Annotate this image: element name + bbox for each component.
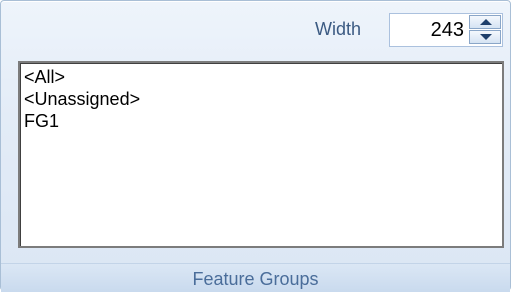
list-item-unassigned[interactable]: <Unassigned> [24, 88, 498, 110]
spin-buttons [469, 15, 501, 45]
width-value[interactable]: 243 [431, 19, 464, 42]
width-label: Width [315, 19, 362, 39]
spin-down-button[interactable] [469, 30, 501, 44]
feature-groups-list[interactable]: <All> <Unassigned> FG1 [18, 61, 504, 248]
list-item-all[interactable]: <All> [24, 66, 498, 88]
feature-groups-panel: Width 243 <All> <Unassigned> FG1 Feature… [0, 0, 511, 292]
arrow-down-icon [480, 34, 492, 40]
arrow-up-icon [480, 19, 492, 25]
group-title: Feature Groups [192, 269, 319, 289]
list-item-fg1[interactable]: FG1 [24, 110, 498, 132]
width-spinbox[interactable]: 243 [389, 13, 503, 47]
spin-up-button[interactable] [469, 15, 501, 29]
group-footer: Feature Groups [1, 263, 510, 292]
